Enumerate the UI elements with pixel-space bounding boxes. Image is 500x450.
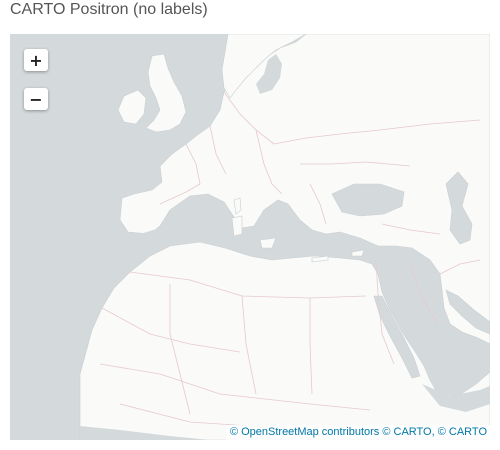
map-attribution: © OpenStreetMap contributors © CARTO, © … bbox=[225, 425, 490, 440]
map-viewport[interactable]: + − © OpenStreetMap contributors © CARTO… bbox=[10, 34, 490, 440]
land-sardinia bbox=[231, 215, 243, 237]
basemap-tiles bbox=[79, 34, 490, 440]
carto-attribution-link-2[interactable]: © CARTO bbox=[438, 426, 487, 438]
land-ireland bbox=[117, 89, 147, 125]
carto-attribution-link[interactable]: © CARTO, bbox=[382, 426, 434, 438]
page-title: CARTO Positron (no labels) bbox=[10, 1, 208, 18]
zoom-out-button[interactable]: − bbox=[24, 88, 48, 110]
zoom-in-button[interactable]: + bbox=[24, 49, 48, 71]
osm-attribution-link[interactable]: © OpenStreetMap contributors bbox=[230, 426, 379, 438]
land-great-britain bbox=[145, 53, 187, 133]
